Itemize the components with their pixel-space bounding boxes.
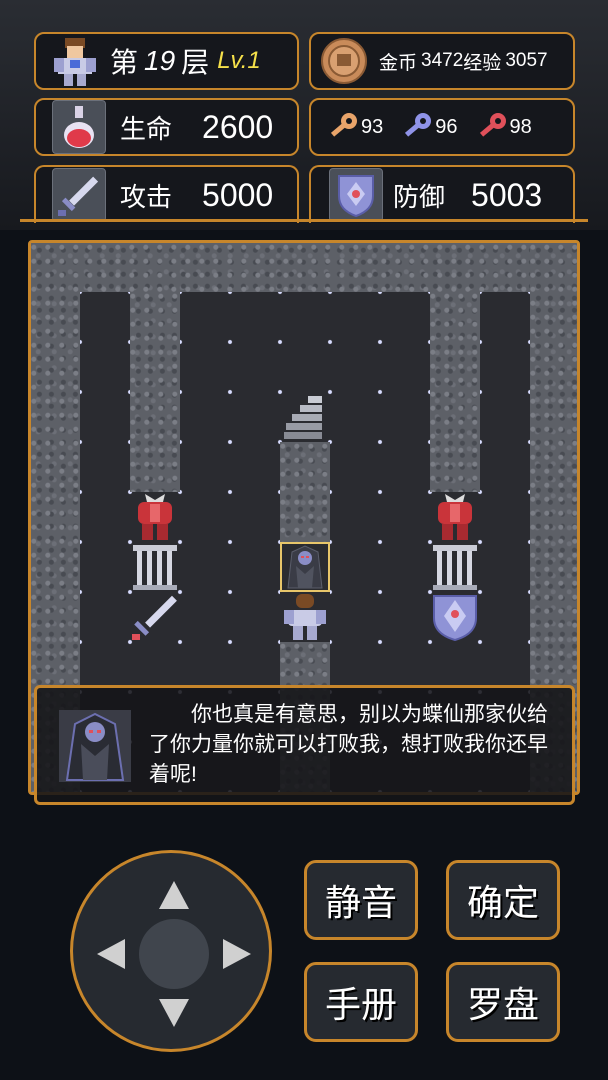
exp-value: 3057	[505, 50, 548, 71]
blue-key-icon	[401, 110, 435, 144]
red-key-count: 98	[509, 115, 532, 138]
level-indicator: Lv.1	[217, 47, 261, 74]
dark-cloaked-figure-icon	[59, 710, 131, 782]
floor-prefix: 第	[110, 47, 139, 78]
wall-col-2	[130, 292, 180, 492]
coin-icon	[319, 36, 369, 86]
hp-value: 2600	[202, 108, 274, 145]
atk-panel: 攻击 5000	[34, 165, 299, 223]
hp-panel: 生命 2600	[34, 98, 299, 156]
gold-exp-panel: 金币 3472 经验 3057	[309, 32, 575, 90]
dialog-text: 你也真是有意思，别以为蝶仙那家伙给了你力量你就可以打败我，想打败我你还早着呢!	[149, 703, 548, 786]
arrow-right-icon[interactable]	[223, 939, 251, 969]
red-knight-enemy-icon[interactable]	[130, 492, 180, 542]
dialog-box[interactable]: 你也真是有意思，别以为蝶仙那家伙给了你力量你就可以打败我，想打败我你还早着呢!	[34, 685, 575, 805]
floor-suffix: 层	[181, 47, 210, 78]
def-value: 5003	[471, 176, 543, 213]
def-panel: 防御 5003	[309, 165, 575, 223]
red-key-icon	[476, 110, 510, 144]
mute-button[interactable]: 静音	[304, 860, 418, 940]
def-label: 防御	[393, 181, 446, 212]
floor-panel: 第 19 层 Lv.1	[34, 32, 299, 90]
arrow-left-icon[interactable]	[97, 939, 125, 969]
stairs-up-icon[interactable]	[280, 392, 330, 442]
hp-label: 生命	[120, 113, 173, 144]
confirm-button[interactable]: 确定	[446, 860, 560, 940]
sword-icon	[52, 168, 106, 222]
shield-item-icon[interactable]	[430, 592, 480, 642]
shield-icon	[329, 168, 383, 222]
iron-gate-icon[interactable]	[130, 542, 180, 592]
hero-portrait-icon	[50, 34, 100, 88]
arrow-up-icon[interactable]	[159, 881, 189, 909]
yellow-key-count: 93	[361, 115, 384, 138]
status-divider	[20, 219, 588, 222]
floor-number: 19	[144, 45, 176, 76]
blue-key-count: 96	[435, 115, 458, 138]
arrow-down-icon[interactable]	[159, 999, 189, 1027]
iron-gate-icon[interactable]	[430, 542, 480, 592]
wall-center-corridor	[280, 442, 330, 542]
wall-top	[31, 243, 577, 292]
wall-col-8	[430, 292, 480, 492]
gold-label: 金币	[379, 52, 418, 74]
yellow-key-icon	[327, 110, 361, 144]
atk-value: 5000	[202, 176, 274, 213]
keys-panel: 93 96 98	[309, 98, 575, 156]
potion-icon	[52, 100, 106, 154]
exp-label: 经验	[463, 52, 502, 74]
sword-item-icon[interactable]	[130, 592, 180, 642]
atk-label: 攻击	[120, 181, 173, 212]
compass-button[interactable]: 罗盘	[446, 962, 560, 1042]
dark-lord-enemy-icon[interactable]	[280, 542, 330, 592]
manual-button[interactable]: 手册	[304, 962, 418, 1042]
dpad-center	[139, 919, 209, 989]
gold-value: 3472	[421, 50, 464, 71]
hero-player-icon[interactable]	[280, 592, 330, 642]
red-knight-enemy-icon[interactable]	[430, 492, 480, 542]
dpad[interactable]	[70, 850, 272, 1052]
